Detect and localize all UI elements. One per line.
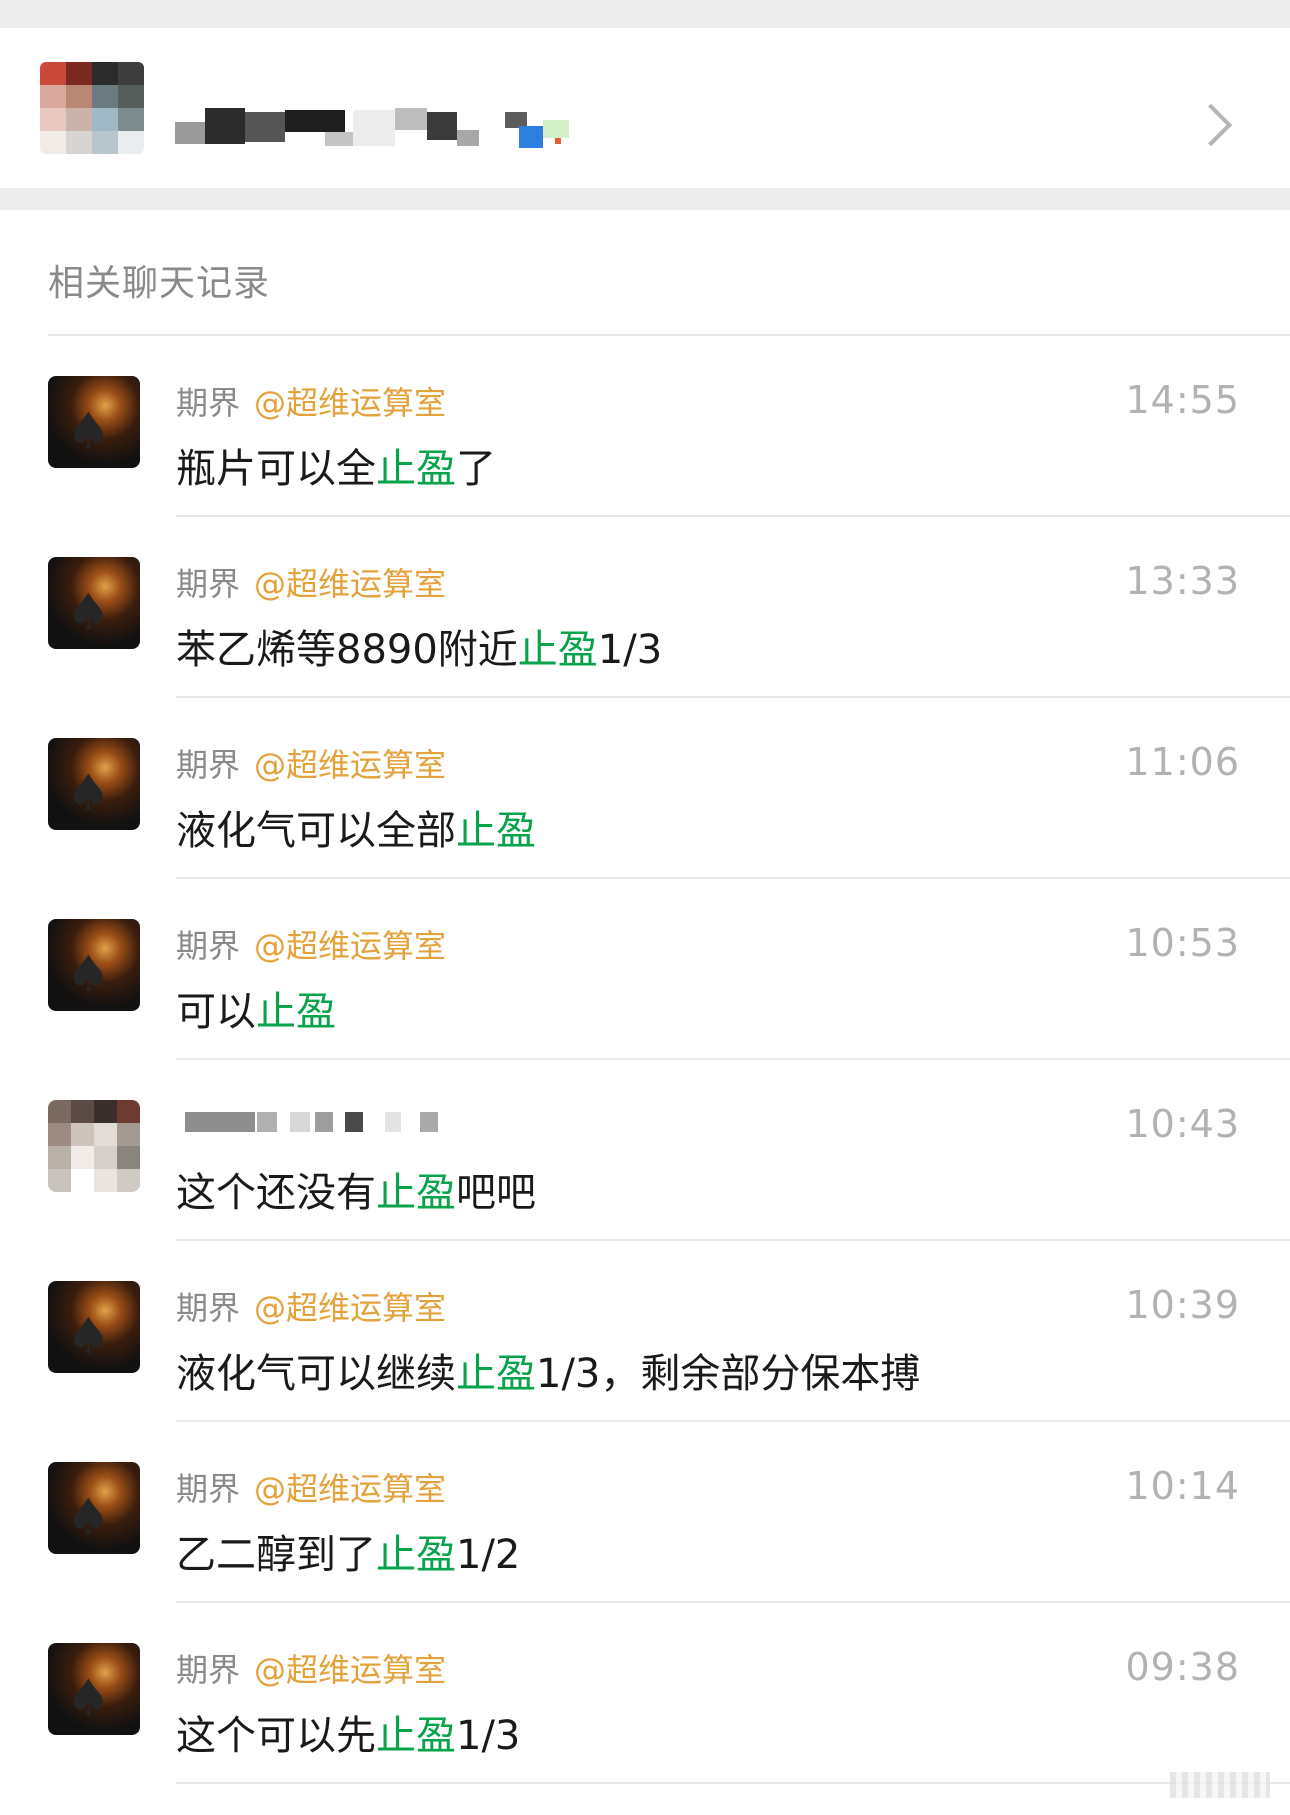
sender-name-redacted: [185, 1112, 485, 1138]
chat-result-row[interactable]: ♠ 期界 @超维运算室 10:14 乙二醇到了止盈1/2: [0, 1422, 1290, 1603]
keyword-highlight: 止盈: [517, 627, 598, 673]
spade-icon: ♠: [66, 1307, 111, 1365]
watermark: [1170, 1772, 1270, 1798]
sender-name: 期界 @超维运算室: [176, 1645, 446, 1691]
section-title: 相关聊天记录: [48, 263, 271, 304]
message-text: 苯乙烯等8890附近止盈1/3: [176, 617, 662, 675]
chat-result-row[interactable]: ♠ 期界 @超维运算室 09:38 这个可以先止盈1/3: [0, 1603, 1290, 1784]
sender-avatar: ♠: [48, 1281, 140, 1373]
sender-name-text: 期界: [176, 384, 241, 422]
sender-name-text: 期界: [176, 927, 241, 965]
sender-name: 期界 @超维运算室: [176, 1464, 446, 1510]
mention-tag: @超维运算室: [254, 1470, 447, 1508]
chat-result-row[interactable]: ♠ 期界 @超维运算室 14:55 瓶片可以全止盈了: [0, 336, 1290, 517]
sender-name-text: 期界: [176, 565, 241, 603]
timestamp: 10:39: [1125, 1283, 1240, 1327]
chat-result-row[interactable]: ♠ 期界 @超维运算室 13:33 苯乙烯等8890附近止盈1/3: [0, 517, 1290, 698]
message-text: 乙二醇到了止盈1/2: [176, 1522, 520, 1580]
message-after: 吧吧: [456, 1170, 536, 1216]
keyword-highlight: 止盈: [456, 1351, 536, 1397]
sender-name-text: 期界: [176, 1651, 241, 1689]
sender-name: 期界 @超维运算室: [176, 921, 446, 967]
keyword-highlight: 止盈: [376, 1532, 456, 1578]
message-text: 液化气可以全部止盈: [176, 798, 536, 856]
group-header-row[interactable]: [0, 28, 1290, 188]
sender-name-text: 期界: [176, 1470, 241, 1508]
message-before: 苯乙烯等8890附近: [176, 627, 518, 673]
sender-name-text: 期界: [176, 746, 241, 784]
message-text: 液化气可以继续止盈1/3，剩余部分保本搏: [176, 1341, 920, 1399]
mention-tag: @超维运算室: [254, 1651, 447, 1689]
keyword-highlight: 止盈: [376, 446, 456, 492]
sender-name: 期界 @超维运算室: [176, 1283, 446, 1329]
message-text: 瓶片可以全止盈了: [176, 436, 496, 494]
sender-avatar: ♠: [48, 1462, 140, 1554]
group-name-redacted: [175, 90, 595, 156]
spade-icon: ♠: [66, 583, 111, 641]
message-after: 1/3，剩余部分保本搏: [536, 1351, 921, 1397]
message-text: 这个还没有止盈吧吧: [176, 1160, 536, 1218]
message-before: 瓶片可以全: [176, 446, 376, 492]
timestamp: 13:33: [1125, 559, 1240, 603]
chat-result-row[interactable]: ♠ 期界 @超维运算室 10:39 液化气可以继续止盈1/3，剩余部分保本搏: [0, 1241, 1290, 1422]
chat-results-list: ♠ 期界 @超维运算室 14:55 瓶片可以全止盈了 ♠ 期界 @超维运算室 13:33 苯乙烯等…: [0, 336, 1290, 1784]
mention-tag: @超维运算室: [254, 565, 447, 603]
timestamp: 09:38: [1125, 1645, 1240, 1689]
message-before: 液化气可以继续: [176, 1351, 456, 1397]
message-after: 1/2: [456, 1532, 521, 1578]
sender-avatar: [48, 1100, 140, 1192]
sender-avatar: ♠: [48, 376, 140, 468]
sender-avatar: ♠: [48, 738, 140, 830]
row-divider: [176, 1782, 1290, 1784]
group-avatar: [40, 62, 144, 154]
chat-result-row[interactable]: 10:43 这个还没有止盈吧吧: [0, 1060, 1290, 1241]
spade-icon: ♠: [66, 1669, 111, 1727]
mention-tag: @超维运算室: [254, 746, 447, 784]
message-before: 液化气可以全部: [176, 808, 456, 854]
mention-tag: @超维运算室: [254, 1289, 447, 1327]
timestamp: 10:43: [1125, 1102, 1240, 1146]
top-strip: [0, 0, 1290, 28]
spade-icon: ♠: [66, 764, 111, 822]
sender-name: 期界 @超维运算室: [176, 740, 446, 786]
message-after: 1/3: [456, 1713, 521, 1759]
spade-icon: ♠: [66, 1488, 111, 1546]
chat-result-row[interactable]: ♠ 期界 @超维运算室 10:53 可以止盈: [0, 879, 1290, 1060]
keyword-highlight: 止盈: [376, 1170, 456, 1216]
sender-avatar: ♠: [48, 557, 140, 649]
section-gap: [0, 188, 1290, 210]
message-after: 了: [456, 446, 496, 492]
sender-avatar: ♠: [48, 1643, 140, 1735]
message-text: 这个可以先止盈1/3: [176, 1703, 520, 1761]
sender-name: 期界 @超维运算室: [176, 559, 446, 605]
sender-name: 期界 @超维运算室: [176, 378, 446, 424]
message-before: 可以: [176, 989, 256, 1035]
timestamp: 11:06: [1125, 740, 1240, 784]
message-after: 1/3: [597, 627, 663, 673]
spade-icon: ♠: [66, 402, 111, 460]
sender-name-text: 期界: [176, 1289, 241, 1327]
keyword-highlight: 止盈: [456, 808, 536, 854]
timestamp: 14:55: [1125, 378, 1240, 422]
keyword-highlight: 止盈: [376, 1713, 456, 1759]
mention-tag: @超维运算室: [254, 927, 447, 965]
chat-result-row[interactable]: ♠ 期界 @超维运算室 11:06 液化气可以全部止盈: [0, 698, 1290, 879]
chevron-right-icon[interactable]: [1189, 103, 1233, 147]
sender-avatar: ♠: [48, 919, 140, 1011]
timestamp: 10:53: [1125, 921, 1240, 965]
message-text: 可以止盈: [176, 979, 336, 1037]
message-before: 这个还没有: [176, 1170, 376, 1216]
message-before: 乙二醇到了: [176, 1532, 376, 1578]
mention-tag: @超维运算室: [254, 384, 447, 422]
message-before: 这个可以先: [176, 1713, 376, 1759]
spade-icon: ♠: [66, 945, 111, 1003]
keyword-highlight: 止盈: [256, 989, 336, 1035]
timestamp: 10:14: [1125, 1464, 1240, 1508]
